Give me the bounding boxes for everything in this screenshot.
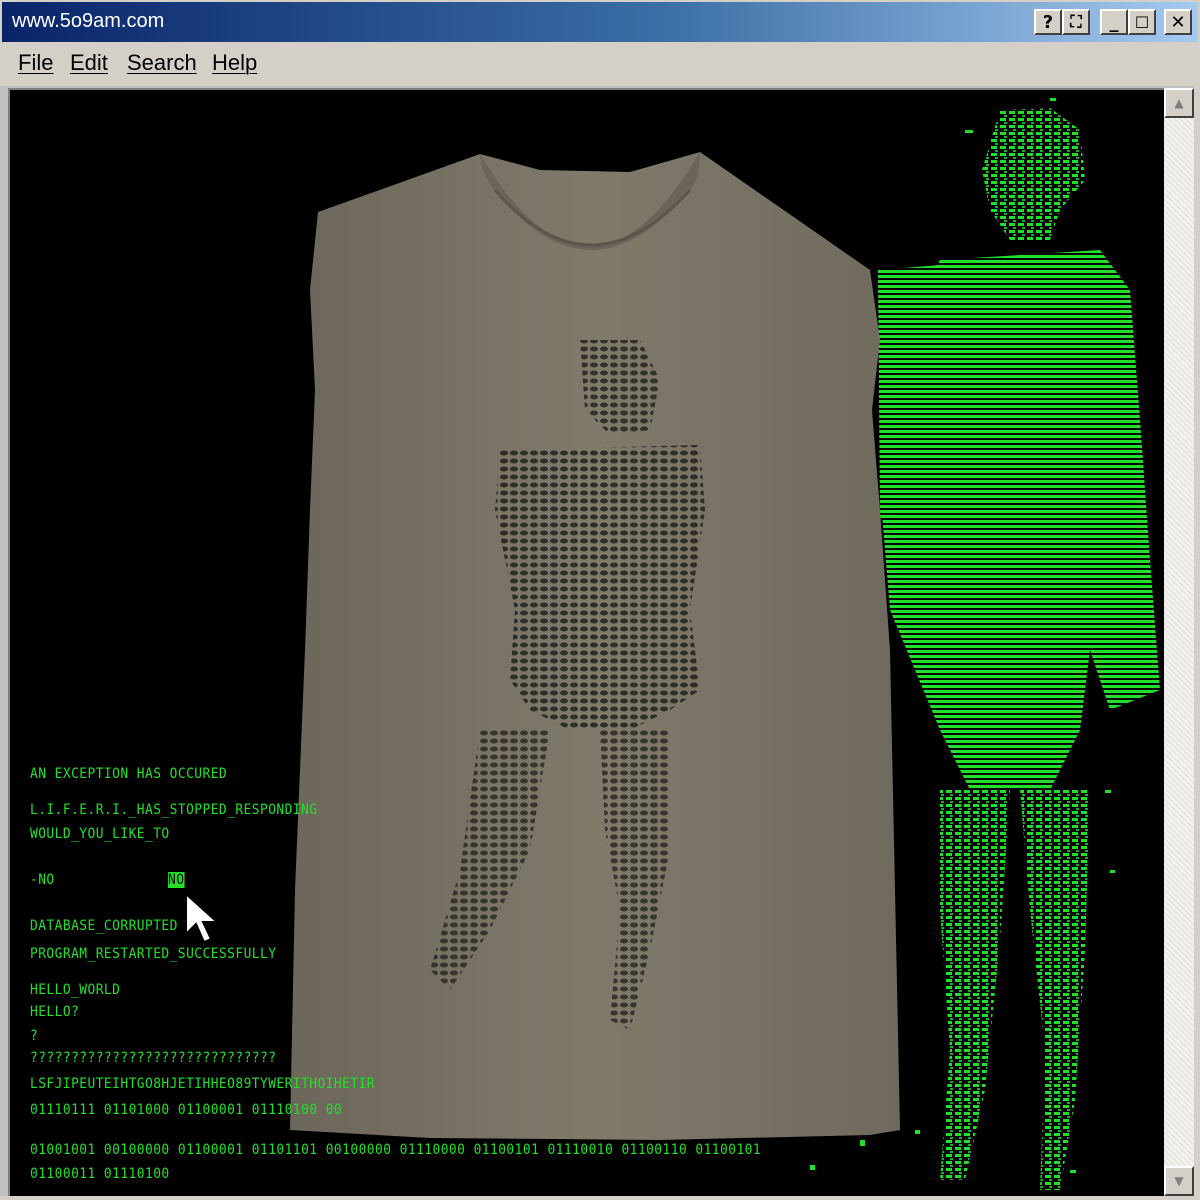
terminal-line: LSFJIPEUTEIHTGO8HJETIHHEO89TYWERITHOIHET…: [30, 1076, 376, 1092]
window-frame: [0, 1196, 1200, 1200]
terminal-line: DATABASE_CORRUPTED: [30, 918, 178, 934]
terminal-line: L.I.F.E.R.I._HAS_STOPPED_RESPONDING: [30, 802, 318, 818]
vertical-scrollbar[interactable]: ▲ ▼: [1164, 88, 1194, 1196]
menu-bar: File Edit Search Help: [0, 42, 1200, 86]
terminal-line: PROGRAM_RESTARTED_SUCCESSFULLY: [30, 946, 277, 962]
terminal-line: 01001001 00100000 01100001 01101101 0010…: [30, 1142, 762, 1158]
minimize-button[interactable]: _: [1100, 9, 1128, 35]
scroll-down-arrow-icon[interactable]: ▼: [1164, 1166, 1194, 1196]
terminal-line: 01100011 01110100: [30, 1166, 170, 1182]
menu-file[interactable]: File: [18, 50, 53, 76]
window-title: www.5o9am.com: [12, 10, 165, 32]
window-title-bar[interactable]: www.5o9am.com ? ⛶ _ ☐ ✕: [0, 0, 1200, 42]
scroll-up-arrow-icon[interactable]: ▲: [1164, 88, 1194, 118]
terminal-line: AN EXCEPTION HAS OCCURED: [30, 766, 228, 782]
menu-edit[interactable]: Edit: [70, 50, 108, 76]
window-frame: [1194, 42, 1200, 1200]
terminal-line: WOULD_YOU_LIKE_TO: [30, 826, 170, 842]
terminal-line: ?: [30, 1028, 39, 1044]
maximize-button[interactable]: ☐: [1128, 9, 1156, 35]
terminal-line: HELLO_WORLD: [30, 982, 121, 998]
tshirt-image: [290, 152, 900, 1140]
help-button[interactable]: ?: [1034, 9, 1062, 35]
terminal-option-selected[interactable]: NO: [168, 872, 185, 888]
terminal-option[interactable]: -NO: [30, 872, 55, 888]
terminal-line: ??????????????????????????????: [30, 1050, 277, 1066]
terminal-line: 01110111 01101000 01100001 01110100 00: [30, 1102, 343, 1118]
mouse-cursor-icon: [185, 892, 220, 944]
context-button[interactable]: ⛶: [1062, 9, 1090, 35]
menu-help[interactable]: Help: [212, 50, 257, 76]
content-area: AN EXCEPTION HAS OCCURED L.I.F.E.R.I._HA…: [8, 88, 1164, 1196]
terminal-line: HELLO?: [30, 1004, 80, 1020]
close-button[interactable]: ✕: [1164, 9, 1192, 35]
menu-search[interactable]: Search: [127, 50, 197, 76]
